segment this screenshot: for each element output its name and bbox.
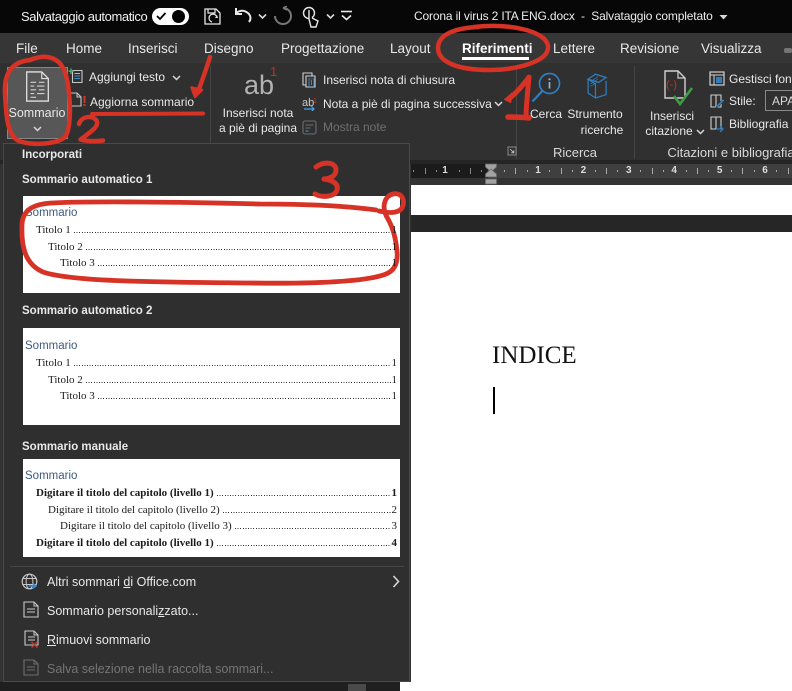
- svg-text:[i]: [i]: [308, 77, 315, 87]
- svg-text:(-): (-): [666, 79, 677, 91]
- svg-text:!: !: [82, 93, 87, 108]
- svg-text:1: 1: [313, 98, 317, 105]
